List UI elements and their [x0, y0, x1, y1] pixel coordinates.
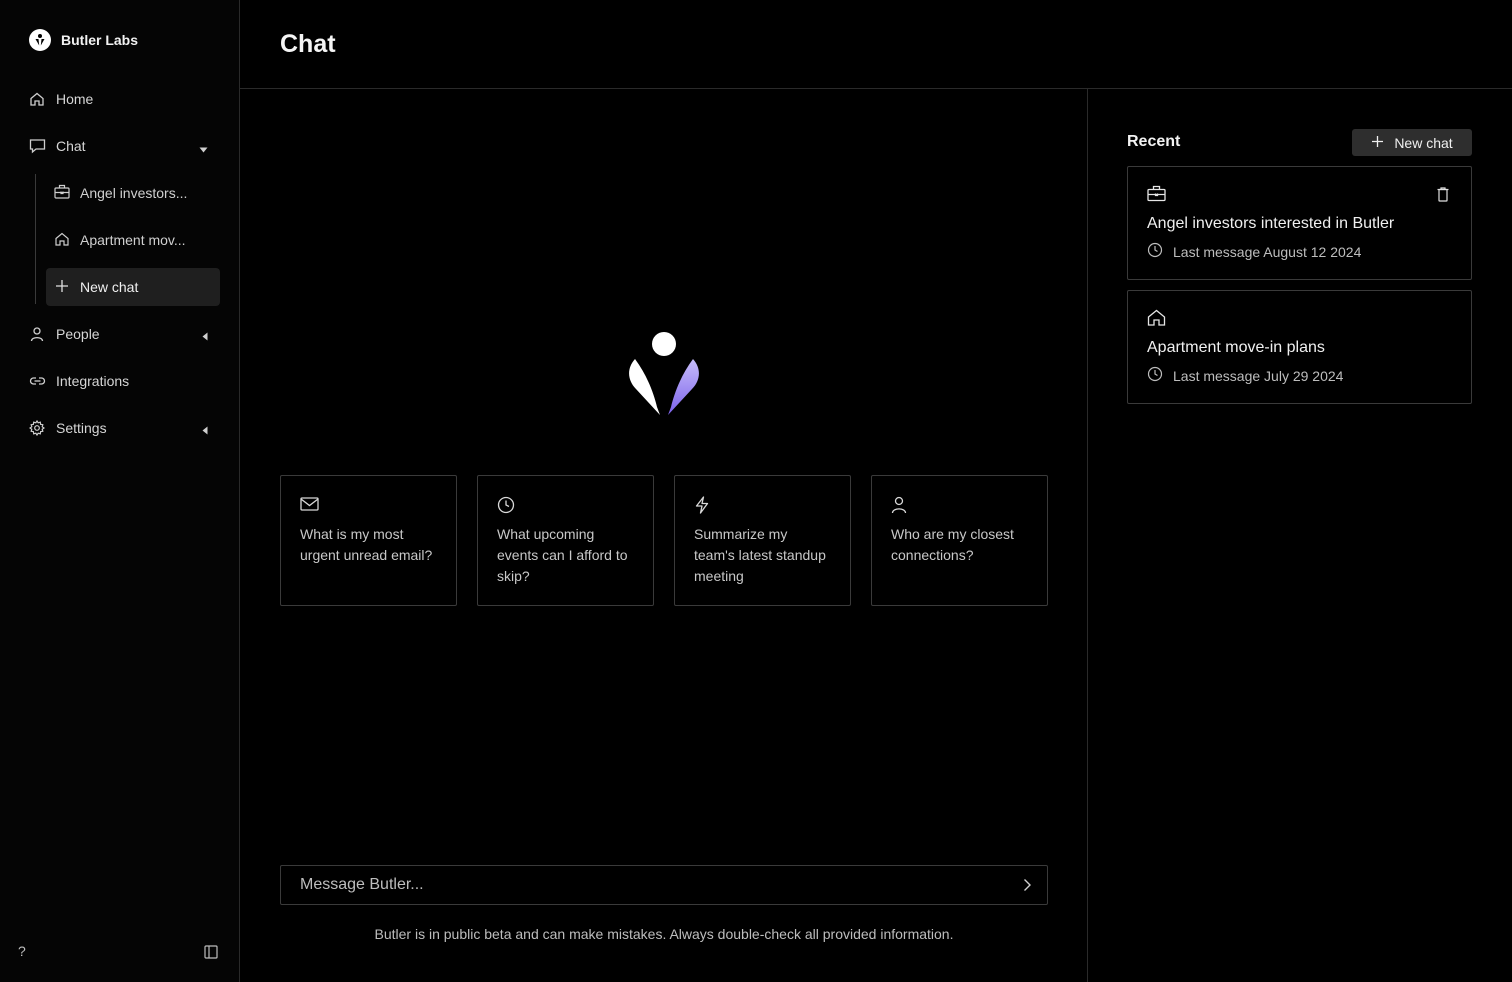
home-icon [28, 90, 46, 108]
new-chat-label: New chat [1394, 134, 1453, 151]
home-icon [1147, 309, 1452, 331]
sidebar: Butler Labs Home Chat Angel investors...… [0, 0, 240, 982]
recent-chat-meta: Last message August 12 2024 [1147, 242, 1452, 261]
chat-icon [28, 137, 46, 155]
gear-icon [28, 419, 46, 437]
last-message-text: Last message August 12 2024 [1173, 243, 1362, 260]
sidebar-toggle-icon[interactable] [203, 944, 219, 965]
clock-icon [497, 496, 634, 514]
sidebar-item-chat[interactable]: Chat [28, 134, 218, 158]
chevron-right-icon [1023, 879, 1031, 891]
recent-title: Recent [1127, 133, 1181, 150]
sidebar-item-home[interactable]: Home [28, 87, 218, 111]
sidebar-item-integrations[interactable]: Integrations [28, 369, 218, 393]
message-composer [280, 865, 1048, 905]
person-icon [28, 325, 46, 343]
recent-panel: Recent New chat Angel investors interest… [1089, 89, 1512, 982]
recent-chat-card[interactable]: Angel investors interested in Butler Las… [1127, 166, 1472, 280]
trash-icon[interactable] [1437, 187, 1449, 207]
suggestion-text: What is my most urgent unread email? [300, 526, 433, 563]
suggestion-text: Summarize my team's latest standup meeti… [694, 526, 826, 584]
help-button[interactable]: ? [18, 943, 26, 959]
briefcase-icon [54, 184, 70, 202]
home-icon [54, 231, 70, 250]
chat-main: What is my most urgent unread email? Wha… [240, 89, 1088, 982]
recent-chat-card[interactable]: Apartment move-in plans Last message Jul… [1127, 290, 1472, 404]
lightning-icon [694, 496, 831, 514]
suggestion-text: What upcoming events can I afford to ski… [497, 526, 628, 584]
plus-icon [1371, 135, 1384, 151]
new-chat-button[interactable]: New chat [1352, 129, 1472, 156]
sidebar-item-settings[interactable]: Settings [28, 416, 218, 440]
recent-chat-meta: Last message July 29 2024 [1147, 366, 1452, 385]
plus-icon [54, 278, 70, 297]
brand[interactable]: Butler Labs [29, 29, 138, 51]
sidebar-item-label: Home [56, 91, 94, 107]
subnav-divider [35, 174, 36, 304]
recent-chat-title: Angel investors interested in Butler [1147, 215, 1395, 232]
person-icon [891, 496, 1028, 514]
clock-icon [1147, 366, 1163, 385]
sidebar-chat-angel-investors[interactable]: Angel investors... [46, 174, 220, 212]
suggestion-text: Who are my closest connections? [891, 526, 1014, 563]
recent-chat-title: Apartment move-in plans [1147, 339, 1325, 356]
suggestion-card-standup[interactable]: Summarize my team's latest standup meeti… [674, 475, 851, 606]
mail-icon [300, 496, 437, 514]
link-icon [28, 372, 46, 390]
sidebar-chat-label: Apartment mov... [80, 232, 186, 248]
clock-icon [1147, 242, 1163, 261]
send-button[interactable] [1007, 866, 1047, 904]
page-title: Chat [280, 30, 336, 58]
sidebar-chat-label: New chat [80, 279, 139, 295]
suggestion-card-email[interactable]: What is my most urgent unread email? [280, 475, 457, 606]
sidebar-item-label: Settings [56, 420, 107, 436]
briefcase-icon [1147, 185, 1452, 207]
beta-disclaimer: Butler is in public beta and can make mi… [374, 926, 954, 942]
sidebar-item-label: People [56, 326, 100, 342]
suggestion-card-events[interactable]: What upcoming events can I afford to ski… [477, 475, 654, 606]
header: Chat [240, 0, 1512, 89]
sidebar-chat-label: Angel investors... [80, 185, 188, 201]
sidebar-new-chat[interactable]: New chat [46, 268, 220, 306]
sidebar-item-label: Integrations [56, 373, 130, 389]
butler-logo-icon [29, 29, 51, 51]
message-input[interactable] [281, 866, 1007, 904]
suggestion-card-connections[interactable]: Who are my closest connections? [871, 475, 1048, 606]
caret-left-icon[interactable] [202, 422, 208, 438]
sidebar-chat-apartment[interactable]: Apartment mov... [46, 221, 220, 259]
sidebar-item-people[interactable]: People [28, 322, 218, 346]
butler-hero-logo-icon [626, 329, 702, 424]
caret-down-icon[interactable] [199, 140, 208, 156]
caret-left-icon[interactable] [202, 328, 208, 344]
last-message-text: Last message July 29 2024 [1173, 367, 1344, 384]
brand-name: Butler Labs [61, 32, 139, 48]
sidebar-item-label: Chat [56, 138, 86, 154]
